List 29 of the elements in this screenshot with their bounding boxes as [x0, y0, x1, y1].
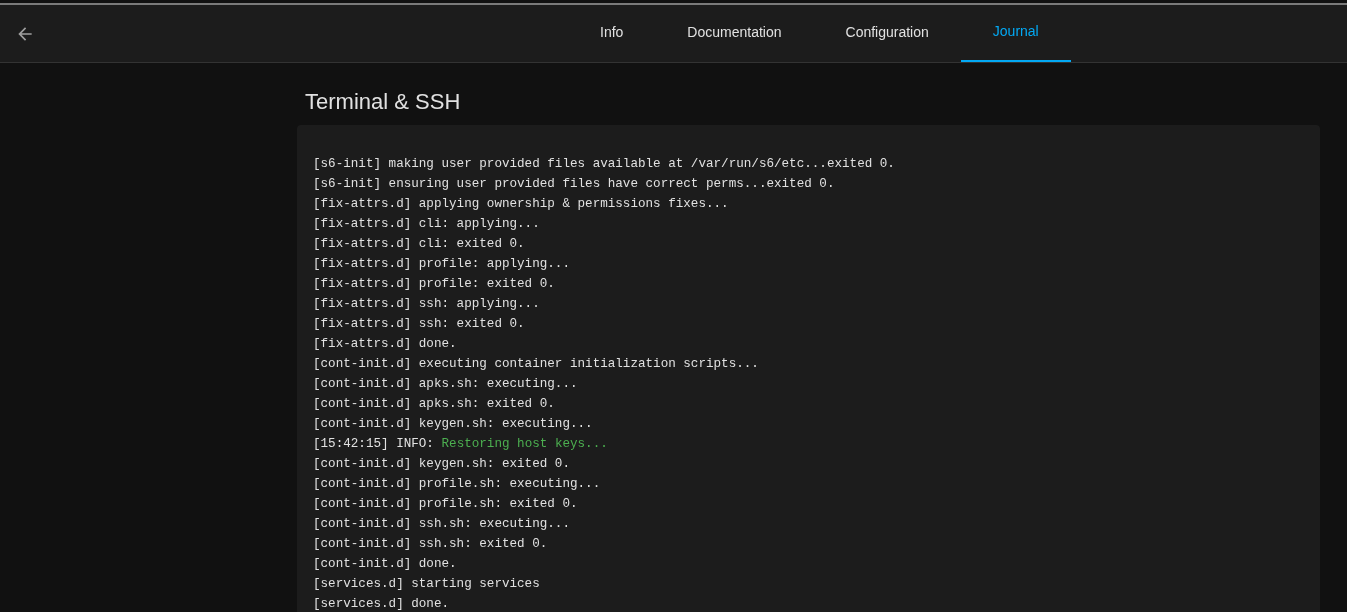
- log-line: [services.d] starting services: [313, 576, 540, 593]
- log-line: [s6-init] making user provided files available at /var/run/s6/etc...exited 0.: [313, 156, 895, 173]
- tab[interactable]: Configuration: [813, 5, 961, 62]
- log-line: [fix-attrs.d] ssh: exited 0.: [313, 316, 525, 333]
- log-line: [fix-attrs.d] profile: exited 0.: [313, 276, 555, 293]
- log-line: [cont-init.d] profile.sh: exited 0.: [313, 496, 578, 513]
- log-line: [services.d] done.: [313, 596, 450, 612]
- log-line: [s6-init] ensuring user provided files have correct perms...exited 0.: [313, 176, 835, 193]
- tab[interactable]: Journal: [960, 5, 1071, 62]
- log-line: [fix-attrs.d] done.: [313, 336, 457, 353]
- log-line: [fix-attrs.d] applying ownership & permissions fixes...: [313, 196, 729, 213]
- tab[interactable]: Documentation: [655, 5, 814, 62]
- tab[interactable]: Info: [568, 5, 656, 62]
- log-line: [cont-init.d] ssh.sh: executing...: [313, 516, 570, 533]
- log-line: [cont-init.d] keygen.sh: exited 0.: [313, 456, 570, 473]
- log-line: [cont-init.d] profile.sh: executing...: [313, 476, 601, 493]
- log-line: [cont-init.d] apks.sh: exited 0.: [313, 396, 555, 413]
- log-line: [fix-attrs.d] ssh: applying...: [313, 296, 540, 313]
- log-line: [fix-attrs.d] cli: applying...: [313, 216, 540, 233]
- log-line: [cont-init.d] apks.sh: executing...: [313, 376, 578, 393]
- page-title: Terminal & SSH: [305, 89, 461, 116]
- log-line: [15:42:15] INFO:: [313, 436, 434, 453]
- log-line: [fix-attrs.d] profile: applying...: [313, 256, 570, 273]
- log-line: [cont-init.d] keygen.sh: executing...: [313, 416, 593, 433]
- log-line: [cont-init.d] ssh.sh: exited 0.: [313, 536, 548, 553]
- log-message: Restoring host keys...: [441, 436, 608, 453]
- log-line: [fix-attrs.d] cli: exited 0.: [313, 236, 525, 253]
- log-line: [cont-init.d] done.: [313, 556, 457, 573]
- log-line: [cont-init.d] executing container initialization scripts...: [313, 356, 759, 373]
